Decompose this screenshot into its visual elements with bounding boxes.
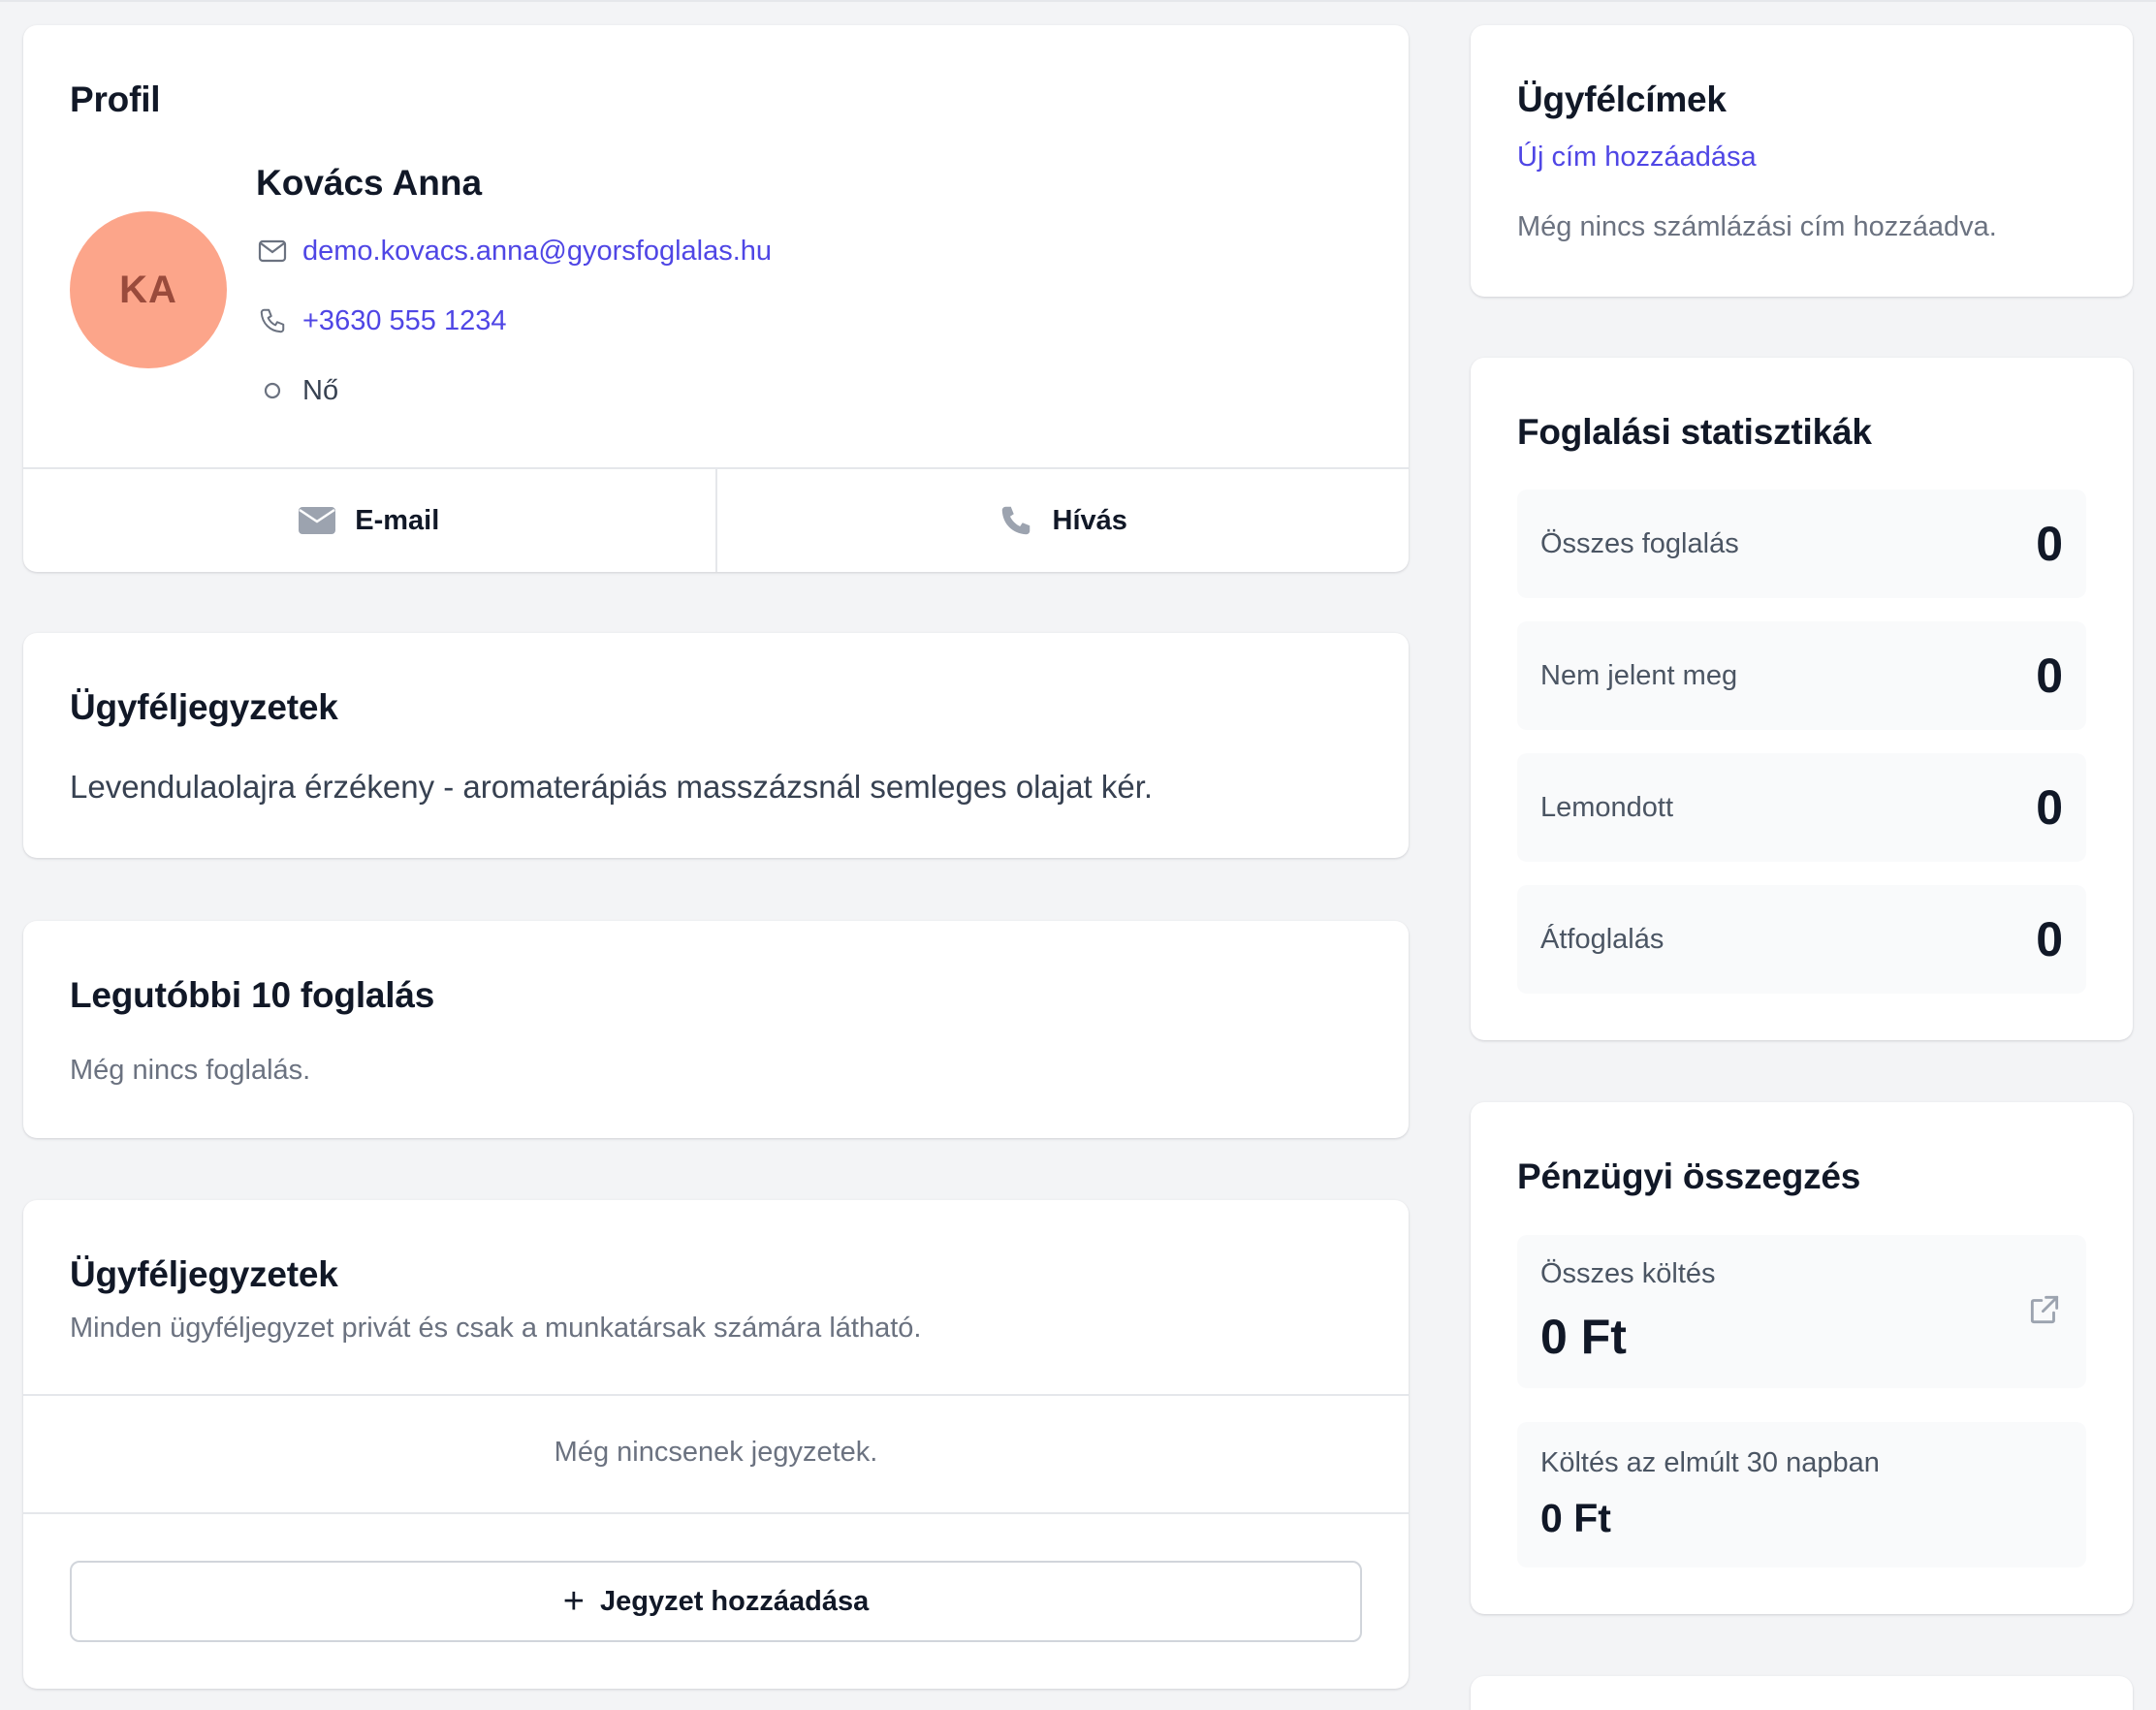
booking-stats-card: Foglalási statisztikák Összes foglalás 0… — [1471, 358, 2133, 1040]
notes-panel-title: Ügyféljegyzetek — [70, 1254, 338, 1294]
total-spend-value: 0 Ft — [1540, 1310, 1627, 1364]
recent-bookings-title: Legutóbbi 10 foglalás — [70, 975, 435, 1015]
call-button-label: Hívás — [1052, 504, 1127, 536]
total-spend-box: Összes költés 0 Ft — [1517, 1235, 2086, 1388]
stat-cancelled: Lemondott 0 — [1517, 753, 2086, 862]
plus-icon: + — [562, 1581, 585, 1622]
customer-name: Kovács Anna — [256, 163, 483, 203]
stat-label: Nem jelent meg — [1540, 659, 1738, 691]
phone-solid-icon — [1001, 506, 1030, 535]
recent-bookings-empty: Még nincs foglalás. — [70, 1055, 311, 1086]
add-note-button[interactable]: + Jegyzet hozzáadása — [70, 1561, 1362, 1642]
avatar: KA — [70, 211, 227, 368]
booking-stats-title: Foglalási statisztikák — [1517, 412, 1872, 452]
contact-action-bar: E-mail Hívás — [23, 467, 1409, 572]
stat-value: 0 — [2036, 780, 2063, 835]
last30-spend-box: Költés az elmúlt 30 napban 0 Ft — [1517, 1422, 2086, 1568]
addresses-empty-text: Még nincs számlázási cím hozzáadva. — [1517, 211, 1997, 242]
notes-empty-text: Még nincsenek jegyzetek. — [554, 1437, 878, 1468]
email-button-label: E-mail — [355, 504, 440, 536]
divider — [23, 1394, 1409, 1396]
phone-icon — [256, 304, 289, 337]
financial-summary-card: Pénzügyi összegzés Összes költés 0 Ft Kö… — [1471, 1102, 2133, 1614]
mail-solid-icon — [299, 507, 336, 534]
addresses-card: Ügyfélcímek Új cím hozzáadása Még nincs … — [1471, 25, 2133, 297]
total-spend-label: Összes költés — [1540, 1258, 1716, 1289]
circle-icon — [256, 374, 289, 407]
add-note-label: Jegyzet hozzáadása — [599, 1585, 870, 1617]
envelope-icon — [256, 235, 289, 268]
recent-bookings-card: Legutóbbi 10 foglalás Még nincs foglalás… — [23, 921, 1409, 1138]
client-notes-card: Ügyféljegyzetek Levendulaolajra érzékeny… — [23, 633, 1409, 858]
phone-link[interactable]: +3630 555 1234 — [302, 305, 506, 337]
next-card-partial — [1471, 1676, 2133, 1710]
add-address-link[interactable]: Új cím hozzáadása — [1517, 142, 1757, 174]
client-note-text: Levendulaolajra érzékeny - aromaterápiás… — [70, 769, 1154, 805]
phone-row: +3630 555 1234 — [256, 304, 506, 337]
profile-title: Profil — [70, 79, 161, 119]
stat-no-show: Nem jelent meg 0 — [1517, 621, 2086, 730]
email-button[interactable]: E-mail — [23, 469, 715, 572]
email-link[interactable]: demo.kovacs.anna@gyorsfoglalas.hu — [302, 236, 772, 268]
divider — [23, 1512, 1409, 1514]
client-notes-title: Ügyféljegyzetek — [70, 687, 338, 727]
external-link-icon[interactable] — [2026, 1291, 2063, 1333]
email-row: demo.kovacs.anna@gyorsfoglalas.hu — [256, 235, 772, 268]
call-button[interactable]: Hívás — [714, 469, 1410, 572]
stat-rebooked: Átfoglalás 0 — [1517, 885, 2086, 994]
last30-spend-value: 0 Ft — [1540, 1496, 1611, 1540]
customer-detail-page: Profil KA Kovács Anna demo.kovacs.anna@g… — [0, 0, 2156, 1710]
last30-spend-label: Költés az elmúlt 30 napban — [1540, 1447, 1880, 1478]
profile-card: Profil KA Kovács Anna demo.kovacs.anna@g… — [23, 25, 1409, 572]
gender-value: Nő — [302, 374, 339, 406]
stat-total-bookings: Összes foglalás 0 — [1517, 490, 2086, 598]
stat-label: Összes foglalás — [1540, 527, 1739, 559]
financial-summary-title: Pénzügyi összegzés — [1517, 1156, 1861, 1196]
stat-label: Lemondott — [1540, 791, 1674, 823]
gender-row: Nő — [256, 374, 338, 407]
stat-value: 0 — [2036, 517, 2063, 571]
stat-value: 0 — [2036, 912, 2063, 966]
notes-panel-card: Ügyféljegyzetek Minden ügyféljegyzet pri… — [23, 1200, 1409, 1689]
stat-value: 0 — [2036, 649, 2063, 703]
addresses-title: Ügyfélcímek — [1517, 79, 1727, 119]
stat-label: Átfoglalás — [1540, 923, 1665, 955]
notes-panel-subtitle: Minden ügyféljegyzet privát és csak a mu… — [70, 1313, 922, 1344]
